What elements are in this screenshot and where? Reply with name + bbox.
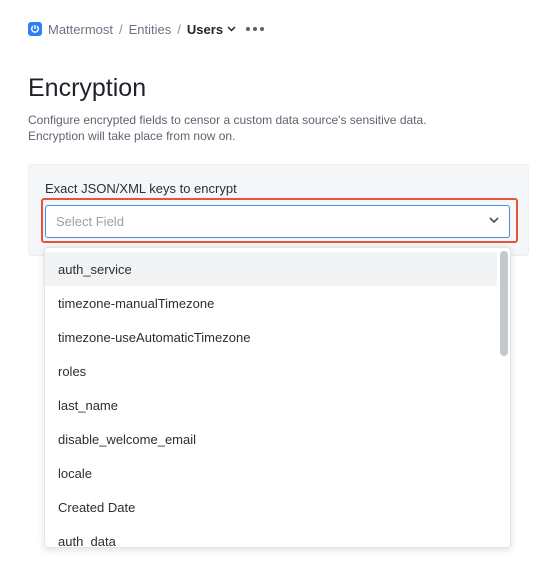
chevron-down-icon	[227, 26, 236, 32]
dropdown-option[interactable]: roles	[45, 354, 497, 388]
dropdown-option[interactable]: timezone-manualTimezone	[45, 286, 497, 320]
breadcrumb-separator: /	[119, 21, 123, 37]
mattermost-logo-icon	[28, 22, 42, 36]
dropdown-option[interactable]: Created Date	[45, 490, 497, 524]
dropdown-option[interactable]: auth_data	[45, 524, 497, 548]
dropdown-option[interactable]: last_name	[45, 388, 497, 422]
dropdown-option[interactable]: disable_welcome_email	[45, 422, 497, 456]
dropdown-option[interactable]: locale	[45, 456, 497, 490]
breadcrumb-current-label: Users	[186, 21, 224, 37]
dropdown-option[interactable]: timezone-useAutomaticTimezone	[45, 320, 497, 354]
dropdown-scrollbar[interactable]	[500, 251, 508, 356]
select-placeholder: Select Field	[56, 214, 124, 229]
page-title: Encryption	[28, 74, 147, 102]
more-options-icon[interactable]	[246, 27, 265, 31]
page-description: Configure encrypted fields to censor a c…	[28, 112, 488, 144]
select-field-dropdown[interactable]: Select Field	[45, 205, 510, 238]
breadcrumb-item-mattermost[interactable]: Mattermost	[48, 22, 113, 37]
breadcrumb-separator: /	[177, 21, 181, 37]
breadcrumb: Mattermost / Entities / Users	[28, 20, 265, 38]
breadcrumb-item-entities[interactable]: Entities	[129, 22, 172, 37]
breadcrumb-current-users[interactable]: Users	[187, 22, 236, 37]
chevron-down-icon	[489, 217, 499, 224]
dropdown-option[interactable]: auth_service	[45, 252, 497, 286]
options-menu: auth_service timezone-manualTimezone tim…	[44, 247, 511, 548]
description-line: Configure encrypted fields to censor a c…	[28, 113, 427, 127]
description-line: Encryption will take place from now on.	[28, 129, 236, 143]
field-label: Exact JSON/XML keys to encrypt	[45, 181, 237, 196]
